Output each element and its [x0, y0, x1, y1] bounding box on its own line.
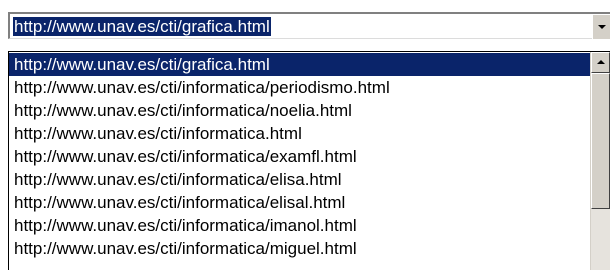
list-item[interactable]: http://www.unav.es/cti/informatica.html — [9, 122, 590, 145]
list-item[interactable]: http://www.unav.es/cti/informatica/noeli… — [9, 99, 590, 122]
vertical-scrollbar[interactable] — [590, 52, 610, 270]
list-item[interactable]: http://www.unav.es/cti/grafica.html — [9, 53, 590, 76]
scroll-up-button[interactable] — [591, 52, 610, 73]
address-input[interactable]: http://www.unav.es/cti/grafica.html — [13, 17, 271, 36]
url-list: http://www.unav.es/cti/grafica.html http… — [9, 53, 590, 260]
list-item[interactable]: http://www.unav.es/cti/informatica/examf… — [9, 145, 590, 168]
list-item[interactable]: http://www.unav.es/cti/informatica/migue… — [9, 237, 590, 260]
list-item[interactable]: http://www.unav.es/cti/informatica/perio… — [9, 76, 590, 99]
list-item[interactable]: http://www.unav.es/cti/informatica/imano… — [9, 214, 590, 237]
chevron-up-icon — [597, 60, 605, 64]
dropdown-toggle-button[interactable] — [592, 14, 610, 39]
scroll-thumb[interactable] — [591, 73, 610, 209]
list-item[interactable]: http://www.unav.es/cti/informatica/elisa… — [9, 191, 590, 214]
chevron-down-icon — [598, 25, 606, 29]
address-combo[interactable]: http://www.unav.es/cti/grafica.html — [8, 12, 610, 39]
list-item[interactable]: http://www.unav.es/cti/informatica/elisa… — [9, 168, 590, 191]
address-dropdown-list[interactable]: http://www.unav.es/cti/grafica.html http… — [8, 51, 610, 270]
